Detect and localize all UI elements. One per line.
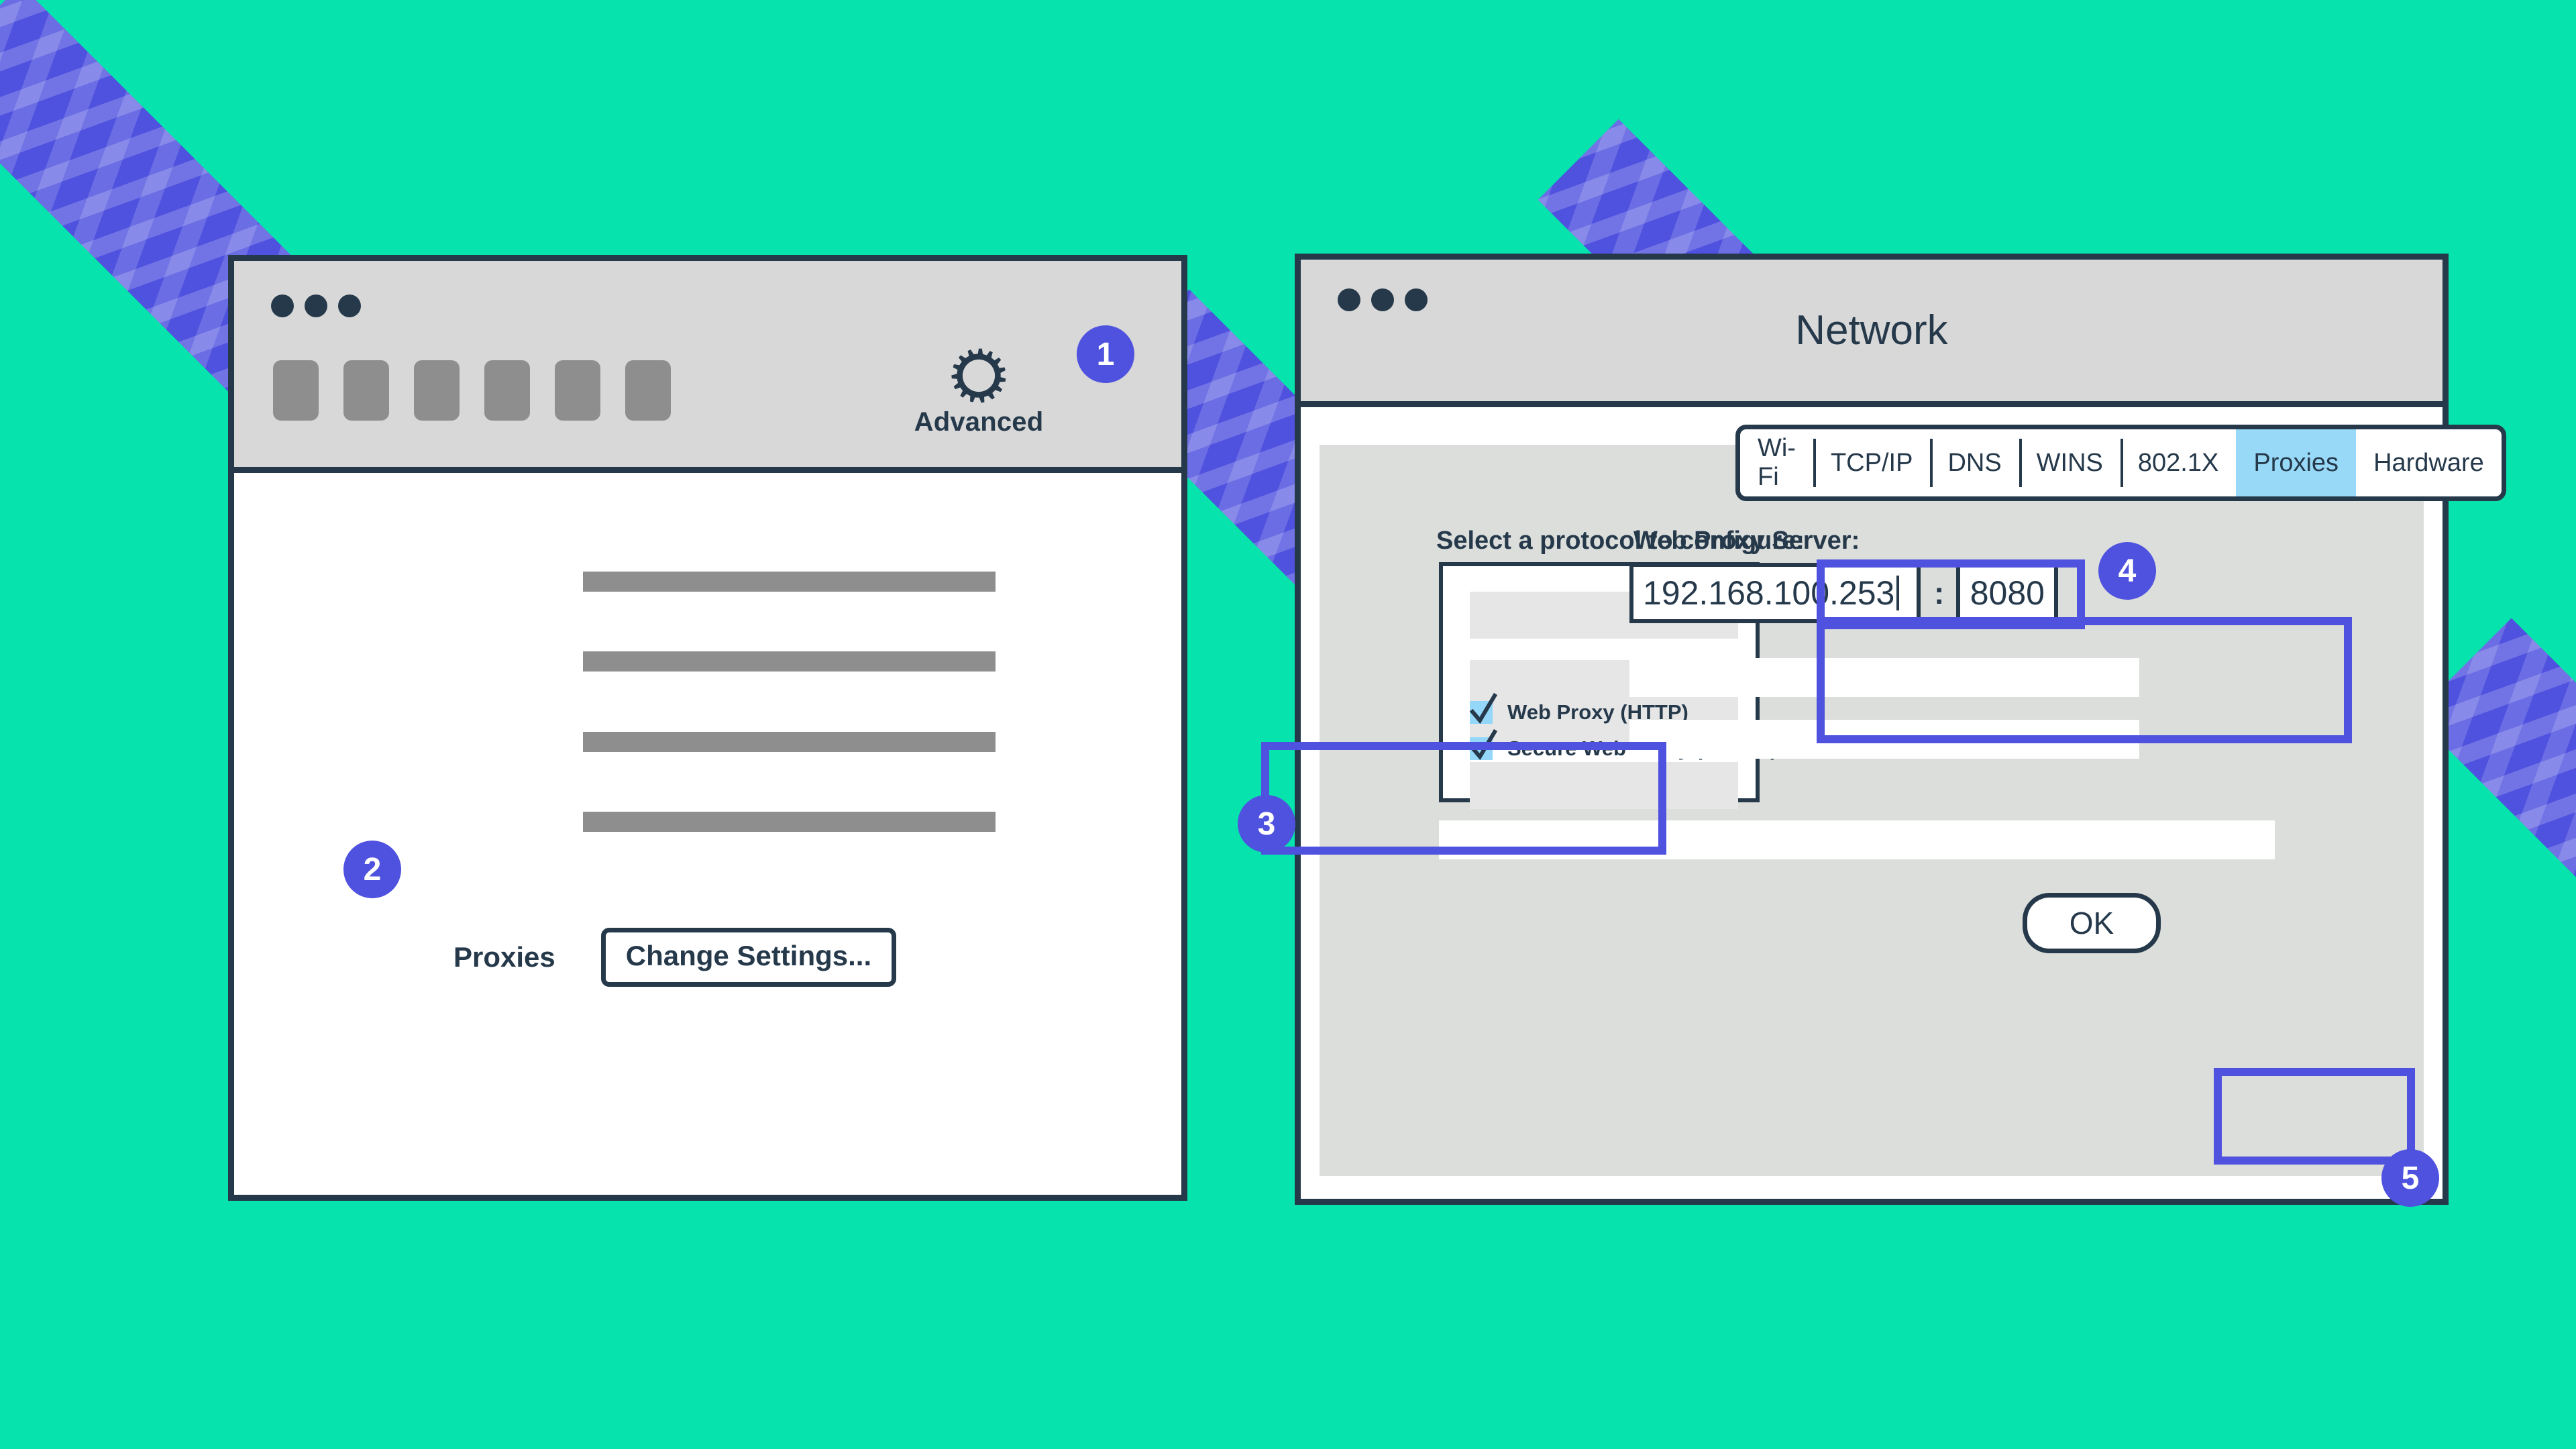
close-dot-icon[interactable] [271,294,294,317]
proxy-server-label: Web Proxy Server: [1633,527,1860,555]
canvas: Advanced Proxies Change Settings... Netw… [0,0,2576,1449]
proxy-server-row: 192.168.100.253 : 8080 [1629,563,2059,623]
minimize-dot-icon[interactable] [1371,288,1394,311]
exceptions-input-field[interactable] [1439,820,2275,859]
checkbox-checked-icon[interactable] [1469,692,1498,724]
gear-icon [951,348,1006,403]
placeholder-line [583,572,996,592]
secondary-input-field-1[interactable] [1629,658,2139,697]
left-window-titlebar: Advanced [234,261,1181,473]
toolbar-icon-6[interactable] [625,360,671,421]
proxies-row: Proxies Change Settings... [372,928,897,987]
toolbar-icon-3[interactable] [414,360,460,421]
close-dot-icon[interactable] [1338,288,1360,311]
text-cursor-icon [1896,576,1900,610]
network-tab-bar[interactable]: Wi-Fi TCP/IP DNS WINS 802.1X Proxies Har… [1735,425,2506,501]
port-separator: : [1934,576,1945,610]
preferences-content: Proxies Change Settings... [234,473,1181,1195]
toolbar-icon-5[interactable] [555,360,600,421]
step-badge-4: 4 [2098,542,2156,600]
network-content: Wi-Fi TCP/IP DNS WINS 802.1X Proxies Har… [1301,407,2506,1199]
checkbox-checked-icon[interactable] [1469,729,1498,761]
page-title: Network [1795,307,1948,354]
network-settings-sheet: Wi-Fi TCP/IP DNS WINS 802.1X Proxies Har… [1320,425,2506,1176]
toolbar-icon-2[interactable] [343,360,389,421]
change-settings-button[interactable]: Change Settings... [600,928,897,987]
step-badge-2: 2 [343,841,401,898]
proxy-host-value: 192.168.100.253 [1643,574,1895,612]
tab-proxies[interactable]: Proxies [2236,429,2357,496]
step-badge-5: 5 [2381,1149,2439,1207]
toolbar-icon-4[interactable] [484,360,530,421]
tab-tcpip[interactable]: TCP/IP [1813,429,1930,496]
tab-8021x[interactable]: 802.1X [2120,429,2236,496]
tab-wins[interactable]: WINS [2019,429,2121,496]
tab-dns[interactable]: DNS [1930,429,2019,496]
placeholder-line [583,732,996,752]
placeholder-line [583,812,996,832]
ok-button[interactable]: OK [2023,893,2161,953]
proxy-host-input[interactable]: 192.168.100.253 [1629,563,1921,623]
step-badge-1: 1 [1077,325,1134,383]
minimize-dot-icon[interactable] [305,294,327,317]
tab-wifi[interactable]: Wi-Fi [1740,429,1813,496]
system-preferences-window: Advanced Proxies Change Settings... [228,255,1187,1201]
network-window: Network Wi-Fi TCP/IP DNS WINS 802.1X Pro… [1295,254,2506,1205]
preferences-toolbar[interactable] [273,360,671,421]
proxy-port-input[interactable]: 8080 [1956,563,2059,623]
step-badge-3: 3 [1238,795,1295,853]
toolbar-icon-1[interactable] [273,360,319,421]
proxies-label: Proxies [453,941,555,973]
tab-hardware[interactable]: Hardware [2356,429,2502,496]
secondary-input-field-2[interactable] [1629,720,2139,759]
network-window-titlebar: Network [1301,260,2443,407]
list-row-placeholder [1470,762,1738,809]
placeholder-line [583,651,996,672]
window-traffic-lights[interactable] [271,294,361,317]
maximize-dot-icon[interactable] [338,294,361,317]
advanced-button[interactable]: Advanced [912,347,1046,437]
window-traffic-lights[interactable] [1338,288,1428,311]
maximize-dot-icon[interactable] [1405,288,1428,311]
advanced-label: Advanced [914,407,1044,437]
